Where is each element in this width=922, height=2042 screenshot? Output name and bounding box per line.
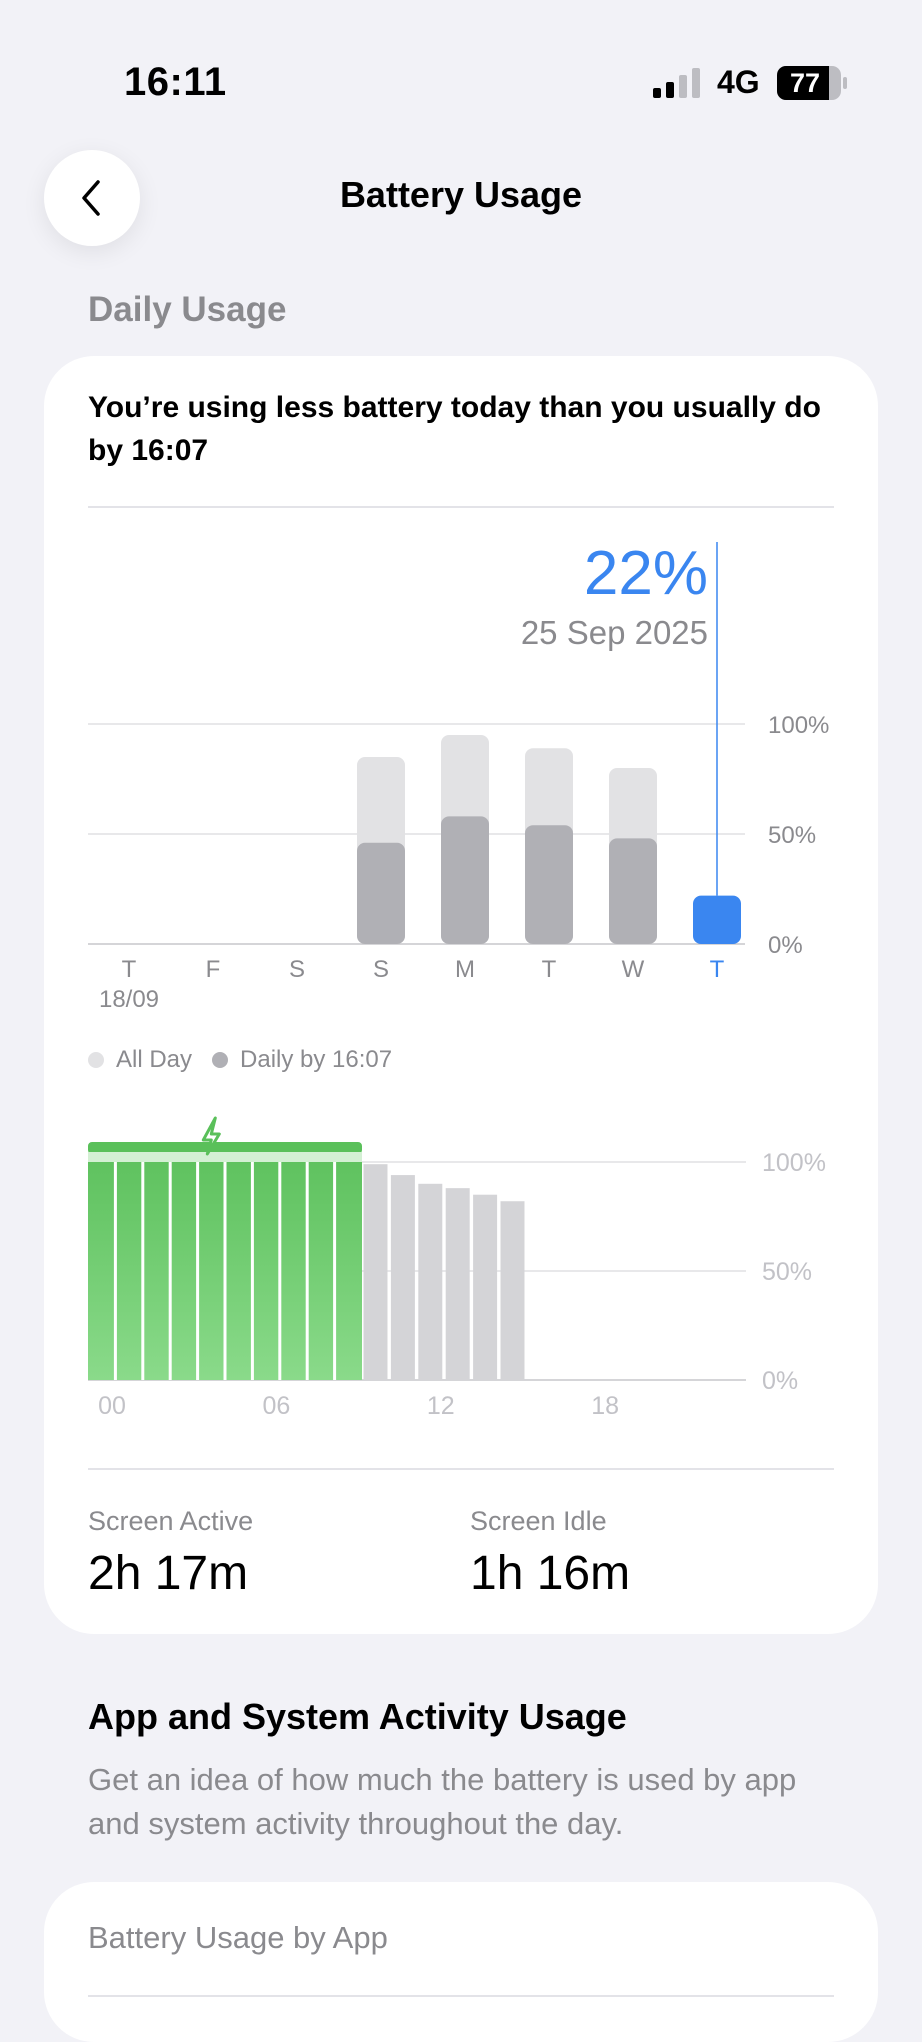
hour-bar-separator [278,1162,282,1380]
hourly-battery-level-chart[interactable]: 100% 50% 0% 00 06 12 18 [0,1100,922,1440]
battery-usage-by-app-card [44,1882,878,2042]
hour-bar[interactable] [418,1183,443,1380]
chart-legend: All Day Daily by 16:07 [88,1046,392,1074]
hour-bar[interactable] [390,1175,415,1380]
legend-all-day-label: All Day [116,1046,193,1073]
hour-bar-separator [223,1162,227,1380]
bar-daily-by[interactable] [441,816,489,944]
y-tick-label: 50% [768,822,816,849]
hour-bar-separator [305,1162,309,1380]
y-tick-label: 0% [768,932,803,959]
hour-bar-separator [196,1162,200,1380]
x-tick-label[interactable]: M [455,956,475,983]
hour-bar-separator [333,1162,337,1380]
y-tick-label: 100% [768,712,829,739]
bar-daily-by[interactable] [525,825,573,944]
network-type: 4G [717,64,760,100]
x-tick-label[interactable]: T [710,956,725,983]
hour-bar-separator [250,1162,254,1380]
bar-daily-by[interactable] [609,838,657,944]
x-tick-label[interactable]: T [122,956,137,983]
x-tick-label[interactable]: S [289,956,305,983]
x-tick-sublabel: 18/09 [99,986,159,1013]
cellular-signal-icon [653,68,700,98]
divider [88,1995,834,1997]
screen-idle-label: Screen Idle [470,1506,607,1536]
x-tick-label[interactable]: T [542,956,557,983]
charging-indicator-band-light [88,1152,362,1162]
screen-idle-value: 1h 16m [470,1547,631,1600]
activity-section-description: Get an idea of how much the battery is u… [88,1762,797,1841]
battery-usage-by-app-title: Battery Usage by App [88,1920,388,1955]
page-title: Battery Usage [339,174,583,215]
hour-bar-separator [113,1162,117,1380]
hour-bar[interactable] [445,1188,470,1380]
y-tick-label: 50% [762,1258,812,1286]
y-tick-label: 100% [762,1149,826,1177]
legend-all-day-swatch [88,1052,104,1068]
legend-daily-by-swatch [212,1052,229,1068]
legend-daily-by-label: Daily by 16:07 [240,1046,393,1073]
daily-usage-chart[interactable]: 100% 50% 0% T F S S M T W T 18/09 [0,500,922,1020]
hour-bar[interactable] [500,1201,525,1380]
x-tick-label[interactable]: F [206,956,221,983]
section-header-daily-usage: Daily Usage [88,290,287,329]
x-tick-label: 18 [591,1392,619,1420]
x-tick-label[interactable]: S [373,956,389,983]
y-tick-label: 0% [762,1367,798,1395]
hour-bar[interactable] [363,1164,388,1380]
screen-active-label: Screen Active [88,1506,254,1536]
screen-active-value: 2h 17m [88,1547,249,1600]
x-tick-label: 06 [262,1392,290,1420]
hour-bar-separator [141,1162,145,1380]
hour-bar[interactable] [473,1194,498,1380]
bar-daily-by[interactable] [357,842,405,944]
usage-insight: You’re using less battery today than you… [88,391,821,467]
battery-icon: 77 [777,66,847,100]
x-tick-label[interactable]: W [622,956,645,983]
activity-section-title: App and System Activity Usage [88,1696,627,1737]
status-time: 16:11 [124,60,227,104]
bar-selected-day[interactable] [693,895,741,944]
battery-level: 77 [789,68,821,98]
x-tick-label: 12 [427,1392,455,1420]
divider [88,1468,834,1470]
hour-bar-separator [168,1162,172,1380]
x-tick-label: 00 [98,1392,126,1420]
